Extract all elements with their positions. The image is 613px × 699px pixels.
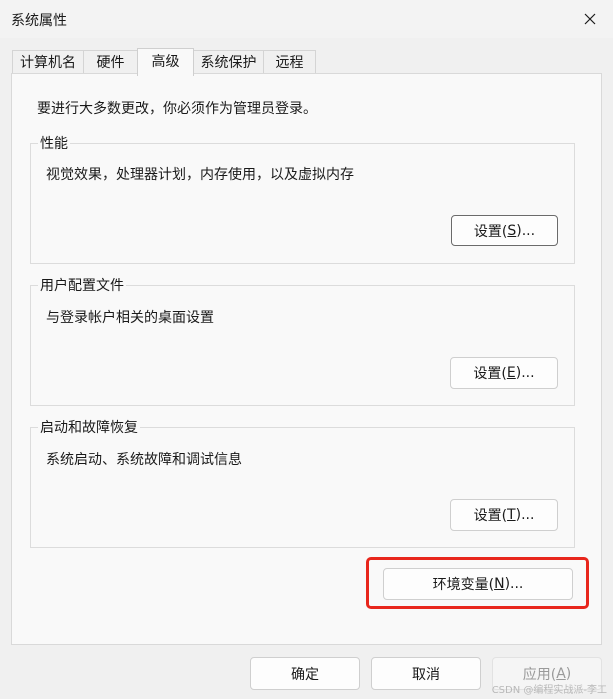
tab-computer-name[interactable]: 计算机名 (12, 50, 84, 74)
button-label: 取消 (412, 666, 440, 683)
title-bar: 系统属性 (0, 0, 613, 38)
tab-label: 远程 (275, 55, 304, 71)
annotation-highlight-box (366, 557, 589, 609)
tab-label: 计算机名 (20, 55, 76, 71)
button-label: 确定 (291, 666, 319, 683)
tab-label: 高级 (151, 54, 180, 70)
button-label-suffix: ) (565, 665, 572, 682)
tab-advanced[interactable]: 高级 (137, 48, 194, 76)
system-properties-window: 系统属性 计算机名 硬件 高级 系统保护 远程 要进行大多数更改，你必须作为管理… (0, 0, 613, 699)
close-icon (584, 13, 596, 25)
admin-note: 要进行大多数更改，你必须作为管理员登录。 (37, 101, 317, 117)
user-profiles-group: 用户配置文件 与登录帐户相关的桌面设置 设置(E)... (30, 275, 575, 406)
tab-label: 硬件 (96, 55, 125, 71)
access-key: E (506, 365, 516, 381)
watermark: CSDN @编程实战派-李工 (491, 685, 607, 696)
access-key: S (507, 222, 517, 239)
button-label: 设置( (473, 223, 508, 240)
group-description: 视觉效果，处理器计划，内存使用，以及虚拟内存 (46, 167, 354, 183)
close-button[interactable] (567, 0, 613, 38)
group-description: 与登录帐户相关的桌面设置 (46, 310, 214, 326)
window-title: 系统属性 (11, 13, 67, 29)
tab-system-protection[interactable]: 系统保护 (193, 50, 264, 74)
group-title: 性能 (38, 133, 70, 153)
startup-recovery-settings-button[interactable]: 设置(T)... (450, 499, 558, 531)
ok-button[interactable]: 确定 (250, 657, 360, 690)
performance-settings-button[interactable]: 设置(S)... (451, 215, 558, 246)
tab-remote[interactable]: 远程 (263, 50, 316, 74)
user-profiles-settings-button[interactable]: 设置(E)... (450, 357, 558, 389)
tab-hardware[interactable]: 硬件 (83, 50, 138, 74)
group-title: 启动和故障恢复 (38, 417, 140, 437)
button-label-suffix: )... (515, 365, 535, 381)
group-description: 系统启动、系统故障和调试信息 (46, 452, 242, 468)
cancel-button[interactable]: 取消 (371, 657, 481, 690)
startup-recovery-group: 启动和故障恢复 系统启动、系统故障和调试信息 设置(T)... (30, 417, 575, 548)
button-label: 设置( (473, 508, 508, 524)
button-label-suffix: )... (516, 222, 536, 239)
group-title: 用户配置文件 (38, 275, 126, 295)
access-key: T (507, 507, 516, 523)
performance-group: 性能 视觉效果，处理器计划，内存使用，以及虚拟内存 设置(S)... (30, 133, 575, 264)
access-key: A (556, 665, 566, 682)
button-label: 设置( (473, 366, 507, 382)
tab-label: 系统保护 (200, 55, 257, 71)
button-label-suffix: )... (515, 507, 535, 523)
